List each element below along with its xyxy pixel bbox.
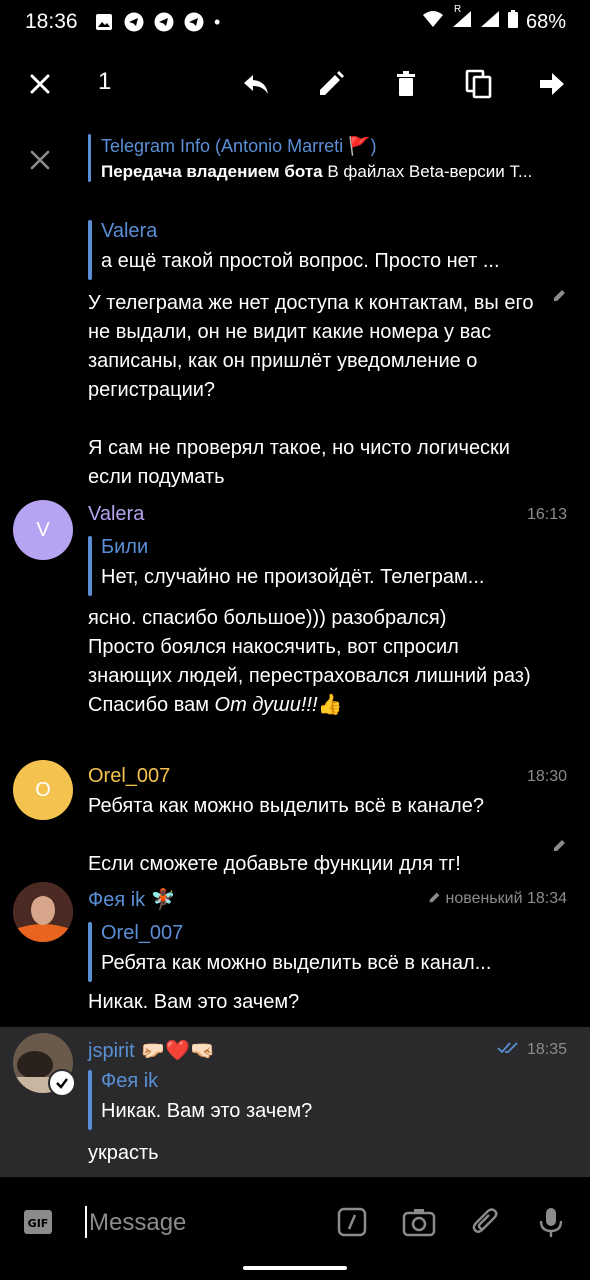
message-time: новенький 18:34	[428, 890, 567, 908]
message-time: 18:35	[497, 1041, 567, 1059]
status-bar: 18:36 • R 68%	[0, 0, 590, 44]
telegram-icon	[154, 12, 174, 32]
reply-text: Ребята как можно выделить всё в канал...	[101, 952, 492, 974]
close-selection-icon[interactable]	[22, 66, 58, 102]
signal-icon: R	[452, 4, 472, 34]
banner-title: Telegram Info (Antonio Marreti 🚩)	[101, 136, 377, 156]
avatar[interactable]: V	[13, 500, 73, 560]
message-time: 16:13	[526, 506, 567, 523]
banner-accent-bar	[88, 134, 91, 182]
gif-icon[interactable]: GIF	[20, 1204, 56, 1240]
sender-name[interactable]: Orel_007	[88, 765, 170, 788]
reply-text: Нет, случайно не произойдёт. Телеграм...	[101, 566, 485, 588]
delete-icon[interactable]	[388, 66, 424, 102]
edited-pencil-icon	[552, 837, 568, 853]
selected-count: 1	[98, 68, 112, 95]
forward-icon[interactable]	[534, 66, 570, 102]
edited-pencil-icon	[429, 892, 439, 903]
gallery-icon	[94, 12, 114, 32]
selected-check-icon[interactable]	[48, 1069, 76, 1097]
more-notifications-dot-icon: •	[214, 12, 221, 32]
message-text: Никак. Вам это зачем?	[88, 991, 300, 1013]
message-text: Ребята как можно выделить всё в канале? …	[88, 795, 484, 875]
reply-quote[interactable]: Valera а ещё такой простой вопрос. Прост…	[88, 220, 533, 280]
svg-text:GIF: GIF	[28, 1217, 49, 1230]
gesture-navigation-bar[interactable]	[243, 1266, 347, 1270]
avatar[interactable]: O	[13, 760, 73, 820]
message-input[interactable]: Message	[89, 1209, 186, 1237]
reply-text: а ещё такой простой вопрос. Просто нет .…	[101, 250, 500, 272]
reply-author: Фея ik	[101, 1070, 159, 1092]
reply-author: Били	[101, 536, 149, 558]
bot-commands-icon[interactable]	[334, 1204, 370, 1240]
reply-author: Orel_007	[101, 922, 184, 944]
sender-name[interactable]: jspirit 🤛🏻❤️🤜🏻	[88, 1038, 215, 1063]
edited-pencil-icon	[552, 287, 568, 303]
double-check-read-icon	[497, 1042, 518, 1054]
text-caret	[85, 1206, 87, 1238]
message-text: У телеграма же нет доступа к контактам, …	[88, 292, 534, 488]
camera-icon[interactable]	[401, 1204, 437, 1240]
message-text: украсть	[88, 1142, 159, 1164]
sender-name[interactable]: Valera	[88, 503, 144, 526]
selection-toolbar: 1	[0, 52, 590, 116]
avatar[interactable]	[13, 882, 73, 942]
wifi-icon	[422, 10, 444, 34]
banner-text: Передача владением бота В файлах Beta-ве…	[101, 162, 533, 181]
status-time: 18:36	[25, 10, 78, 33]
close-banner-icon[interactable]	[22, 142, 58, 178]
reply-quote[interactable]: Фея ik Никак. Вам это зачем?	[88, 1070, 533, 1130]
reply-author: Valera	[101, 220, 158, 242]
battery-icon	[507, 10, 518, 34]
telegram-icon	[124, 12, 144, 32]
sender-name[interactable]: Фея ik 🧚🏿	[88, 887, 176, 912]
attach-icon[interactable]	[468, 1204, 504, 1240]
reply-quote[interactable]: Orel_007 Ребята как можно выделить всё в…	[88, 922, 533, 982]
reply-text: Никак. Вам это зачем?	[101, 1100, 313, 1122]
reply-icon[interactable]	[238, 66, 274, 102]
battery-percent: 68%	[525, 10, 566, 33]
user-photo-icon	[13, 882, 73, 942]
message-composer: GIF Message	[0, 1188, 590, 1258]
roaming-badge: R	[453, 4, 462, 15]
copy-icon[interactable]	[461, 66, 497, 102]
message-text: ясно. спасибо большое))) разобрался) Про…	[88, 607, 531, 716]
telegram-icon	[184, 12, 204, 32]
signal-icon	[480, 10, 500, 34]
reply-preview-banner[interactable]: Telegram Info (Antonio Marreti 🚩) Переда…	[0, 128, 590, 190]
microphone-icon[interactable]	[533, 1204, 569, 1240]
reply-quote[interactable]: Били Нет, случайно не произойдёт. Телегр…	[88, 536, 533, 596]
edit-icon[interactable]	[313, 66, 349, 102]
message-time: 18:30	[526, 768, 567, 785]
